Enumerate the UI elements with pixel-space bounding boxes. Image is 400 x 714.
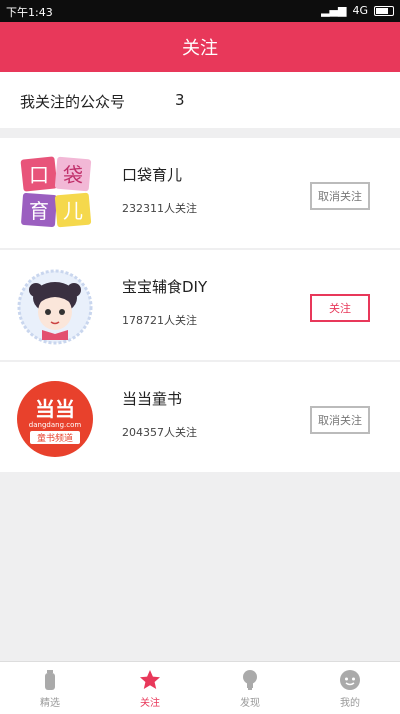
tab-featured[interactable]: 精选: [0, 662, 100, 714]
star-icon: [140, 669, 160, 689]
status-bar: 下午1:43 ▂▄▆ 4G: [0, 0, 400, 22]
follower-count: 232311人关注: [122, 202, 197, 215]
unfollow-button[interactable]: 取消关注: [310, 182, 370, 210]
account-card[interactable]: 当当 dangdang.com 童书频道 当当童书 204357人关注 取消关注: [0, 362, 400, 472]
account-name: 宝宝辅食DIY: [122, 278, 208, 296]
bottle-icon: [45, 669, 55, 690]
battery-icon: [374, 5, 394, 16]
tab-following[interactable]: 关注: [100, 662, 200, 714]
account-card[interactable]: 宝宝辅食DIY 178721人关注 关注: [0, 250, 400, 360]
logo-text: 童书频道: [37, 432, 73, 444]
follower-count: 204357人关注: [122, 426, 197, 439]
logo-char: 口: [29, 163, 49, 187]
logo-char: 儿: [63, 199, 83, 223]
status-icons: ▂▄▆ 4G: [321, 4, 394, 17]
status-time: 下午1:43: [6, 6, 53, 19]
tab-label: 精选: [40, 697, 60, 709]
signal-icon: ▂▄▆: [321, 4, 347, 17]
logo-text: 当当: [35, 397, 75, 421]
lightbulb-icon: [243, 669, 257, 690]
followed-count: 3: [175, 91, 185, 109]
page-title: 关注: [182, 38, 218, 59]
logo-char: 袋: [63, 163, 83, 187]
tab-label: 发现: [240, 697, 260, 709]
tab-label: 关注: [140, 697, 160, 709]
tab-label: 我的: [340, 697, 360, 709]
follow-button[interactable]: 关注: [310, 294, 370, 322]
followed-summary-label: 我关注的公众号: [20, 93, 126, 111]
dangdang-logo: 当当 dangdang.com 童书频道: [17, 381, 93, 457]
account-name: 口袋育儿: [122, 166, 183, 184]
followed-summary: 我关注的公众号 3: [0, 72, 400, 128]
koudai-logo: 口 袋 育 儿: [20, 156, 92, 228]
account-name: 当当童书: [122, 390, 183, 408]
logo-text: dangdang.com: [29, 421, 82, 429]
logo-char: 育: [29, 199, 49, 223]
face-icon: [340, 669, 360, 690]
unfollow-button[interactable]: 取消关注: [310, 406, 370, 434]
app-header: 关注: [0, 22, 400, 72]
follower-count: 178721人关注: [122, 314, 197, 327]
tab-discover[interactable]: 发现: [200, 662, 300, 714]
account-card[interactable]: 口 袋 育 儿 口袋育儿 232311人关注 取消关注: [0, 138, 400, 248]
bottom-tab-bar: 精选 关注 发现 我的: [0, 661, 400, 714]
tab-me[interactable]: 我的: [300, 662, 400, 714]
network-type: 4G: [352, 4, 368, 17]
baby-avatar-logo: [17, 269, 93, 345]
